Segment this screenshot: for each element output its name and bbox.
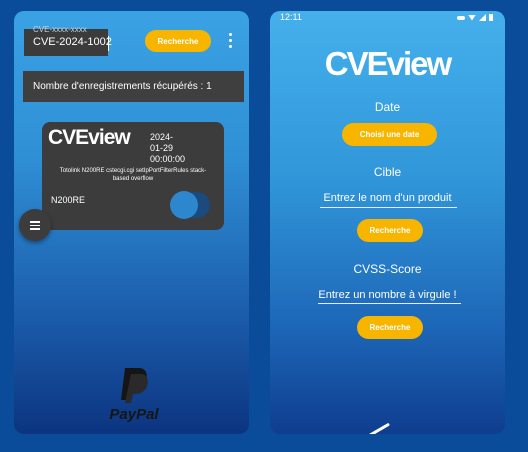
battery-icon [489, 14, 493, 21]
status-time: 12:11 [280, 12, 302, 22]
status-bar: 12:11 [270, 11, 505, 25]
results-screen: CVE-xxxx-xxxx CVE-2024-1002 Recherche No… [14, 11, 249, 434]
wifi-icon [468, 14, 476, 21]
date-title: Date [374, 100, 401, 114]
target-search-button[interactable]: Recherche [357, 219, 423, 242]
paypal-icon [121, 368, 148, 403]
cvss-title: CVSS-Score [353, 262, 422, 276]
cvss-search-button[interactable]: Recherche [357, 316, 423, 339]
choose-date-button[interactable]: Choisi une date [342, 123, 437, 146]
product-input-underline [320, 207, 457, 208]
link-icon [457, 15, 465, 20]
cve-result-card[interactable]: CVEview 2024- 01-29 00:00:00 Totolink N2… [42, 122, 224, 230]
search-value[interactable]: CVE-2024-1002 [33, 36, 112, 48]
search-button[interactable]: Recherche [145, 30, 211, 52]
paypal-logo[interactable]: PayPal [104, 366, 164, 426]
target-title: Cible [373, 165, 402, 179]
card-logo: CVEview [48, 126, 131, 149]
card-description: Totolink N200RE cstecgi.cgi setIpPortFil… [59, 168, 207, 182]
menu-fab[interactable] [19, 209, 51, 241]
app-logo: CVEview [324, 45, 452, 82]
cvss-input[interactable]: Entrez un nombre à virgule ! [270, 289, 505, 301]
cvss-input-underline [318, 303, 461, 304]
card-product: N200RE [51, 195, 86, 205]
product-input[interactable]: Entrez le nom d'un produit [270, 192, 505, 204]
favorite-toggle[interactable] [170, 191, 212, 219]
signal-icon [479, 14, 486, 21]
search-placeholder: CVE-xxxx-xxxx [33, 25, 87, 34]
more-options-icon[interactable] [228, 33, 232, 51]
card-date: 2024- 01-29 00:00:00 [150, 132, 186, 164]
search-screen: 12:11 CVEview Date Choisi une date Cible… [270, 11, 505, 434]
paypal-text: PayPal [109, 406, 159, 423]
navigation-gesture-bar[interactable] [365, 422, 391, 434]
record-count-bar: Nombre d'enregistrements récupérés : 1 [23, 71, 244, 102]
text-caret [108, 36, 109, 51]
